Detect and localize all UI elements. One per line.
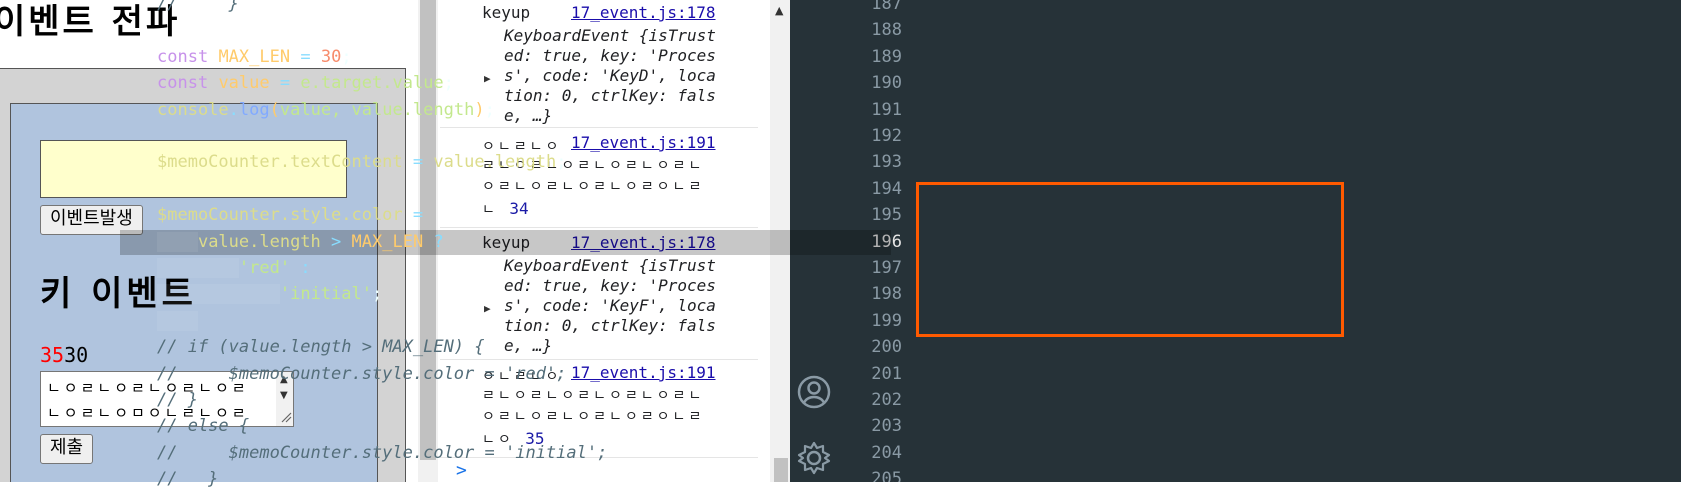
code-line[interactable]: value.length > MAX_LEN ? (157, 231, 444, 252)
console-log-text: ㄹㄴㅇㄹㄴㅇㄹㄴㅇㄹㄴㅇㄹㄴ ㅇㄹㄴㅇㄹㄴㅇㄹㄴㅇㄹㅇㄴㄹ ㄴㅇ 35 (482, 388, 705, 448)
code-line[interactable]: // } (157, 0, 239, 14)
code-line[interactable]: // } (157, 390, 198, 410)
line-number: 197 (871, 258, 902, 278)
code-line[interactable]: const value = e.target.value; (157, 73, 454, 93)
console-prompt[interactable]: > (456, 460, 467, 481)
annotation-highlight-box (916, 182, 1344, 337)
line-number: 194 (871, 178, 902, 199)
submit-button[interactable]: 제출 (40, 434, 94, 464)
resize-handle-icon[interactable] (281, 412, 292, 423)
console-source-link[interactable]: 17_event.js:191 (571, 363, 716, 382)
line-number: 204 (871, 442, 902, 463)
scroll-down-icon[interactable]: ▼ (280, 390, 288, 401)
expand-triangle-icon[interactable]: ▶ (484, 72, 491, 85)
console-object[interactable]: KeyboardEvent {isTrust ed: true, key: 'P… (504, 26, 764, 126)
console-source-link[interactable]: 17_event.js:191 (571, 133, 716, 152)
expand-triangle-icon[interactable]: ▶ (484, 302, 491, 315)
line-number: 200 (871, 337, 902, 358)
code-line[interactable]: $memoCounter.style.color = (157, 205, 423, 225)
line-number: 202 (871, 390, 902, 410)
line-number: 195 (871, 205, 902, 226)
gear-icon[interactable] (796, 440, 832, 476)
memo-counter-current: 35 (40, 343, 65, 367)
line-number: 203 (871, 416, 902, 437)
memo-counter-max: 30 (64, 343, 89, 367)
line-number: 201 (871, 363, 902, 384)
console-entry: ㅇㄴㄹㄴㅇ 17_event.js:191 ㄹㄴㅇㄹㄴㅇㄹㄴㅇㄹㄴㅇㄹㄴ ㅇㄹㄴ… (440, 130, 758, 228)
code-line[interactable]: 'initial'; (157, 284, 382, 305)
code-line[interactable]: // $memoCounter.style.color = 'red'; (157, 364, 566, 384)
page-title: 이벤트 전파 (0, 2, 181, 42)
code-line[interactable]: // $memoCounter.style.color = 'initial'; (157, 443, 607, 463)
line-number: 187 (871, 0, 902, 14)
code-line[interactable]: 'red' : (157, 258, 311, 278)
line-number: 205 (871, 469, 902, 482)
code-line[interactable]: // } (157, 469, 218, 489)
memo-counter: 3530 (40, 343, 88, 367)
account-icon[interactable] (796, 374, 832, 410)
line-number: 199 (871, 310, 902, 331)
code-line[interactable]: console.log(value, value.length); (157, 100, 495, 120)
line-number: 193 (871, 152, 902, 173)
code-line[interactable]: // else { (157, 416, 249, 436)
line-number: 188 (871, 20, 902, 41)
console-event-name: keyup (482, 3, 531, 22)
console-source-link[interactable]: 17_event.js:178 (571, 3, 716, 22)
scroll-up-icon[interactable]: ▲ (775, 4, 783, 17)
code-line[interactable]: $memoCounter.textContent = value.length; (157, 152, 566, 172)
line-number: 190 (871, 73, 902, 94)
code-line[interactable] (157, 310, 198, 331)
line-number: 198 (871, 284, 902, 305)
console-scroll-thumb[interactable] (774, 458, 788, 482)
console-object[interactable]: KeyboardEvent {isTrust ed: true, key: 'P… (504, 256, 764, 356)
code-line[interactable]: const MAX_LEN = 30; (157, 47, 352, 67)
code-line[interactable]: // if (value.length > MAX_LEN) { (157, 337, 485, 357)
line-number: 192 (871, 126, 902, 146)
line-number: 191 (871, 99, 902, 120)
line-number: 189 (871, 46, 902, 67)
